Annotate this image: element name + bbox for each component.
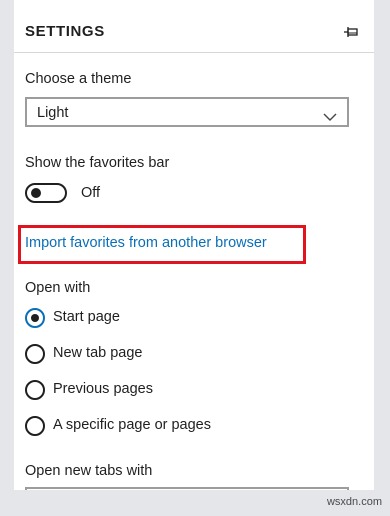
favorites-bar-toggle[interactable] <box>25 183 67 203</box>
pin-icon[interactable] <box>343 25 359 39</box>
watermark: wsxdn.com <box>326 496 382 508</box>
theme-label: Choose a theme <box>25 71 132 87</box>
radio-button[interactable] <box>25 308 45 328</box>
radio-button[interactable] <box>25 344 45 364</box>
settings-header: SETTINGS <box>14 0 374 53</box>
toggle-knob <box>31 188 41 198</box>
radio-label: Start page <box>53 309 120 325</box>
new-tabs-label: Open new tabs with <box>25 463 153 479</box>
theme-select[interactable]: Light <box>25 97 349 127</box>
radio-label: New tab page <box>53 345 143 361</box>
favorites-bar-label: Show the favorites bar <box>25 155 170 171</box>
radio-button[interactable] <box>25 416 45 436</box>
radio-label: Previous pages <box>53 381 153 397</box>
settings-panel: SETTINGS Choose a theme Light Show the f… <box>14 0 374 490</box>
favorites-bar-state: Off <box>81 185 101 201</box>
settings-title: SETTINGS <box>25 23 105 40</box>
theme-select-value: Light <box>37 105 69 121</box>
new-tabs-select[interactable] <box>25 487 349 490</box>
import-favorites-link[interactable]: Import favorites from another browser <box>25 235 267 251</box>
radio-label: A specific page or pages <box>53 417 211 433</box>
open-with-label: Open with <box>25 280 91 296</box>
chevron-down-icon <box>323 108 337 121</box>
radio-selected-dot <box>31 314 39 322</box>
radio-button[interactable] <box>25 380 45 400</box>
